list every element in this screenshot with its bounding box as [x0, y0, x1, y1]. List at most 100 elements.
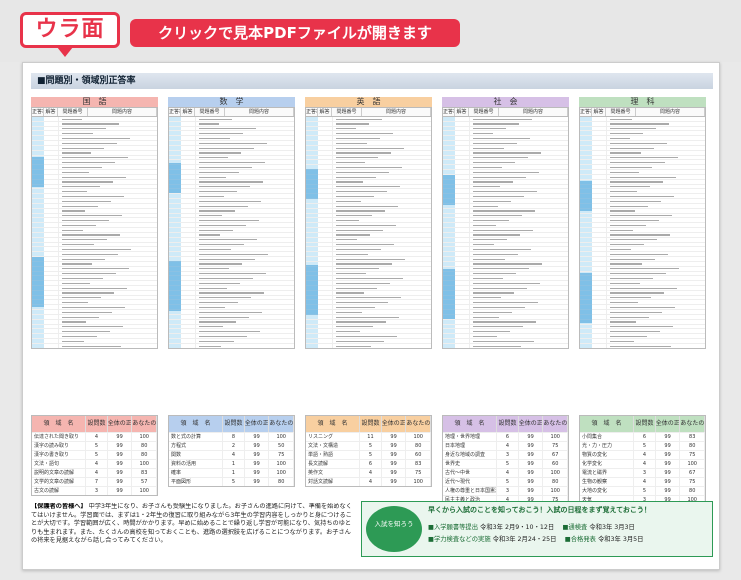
table-header: 設問数	[360, 416, 382, 432]
table-header: 全体の正答率	[519, 416, 544, 432]
table-cell: 資料の活用	[169, 460, 224, 468]
table-row: 物質の変化 4 99 75	[580, 450, 706, 459]
table-cell: 7	[86, 478, 108, 486]
table-header: 設問数	[223, 416, 245, 432]
table-row: 電流と磁界 3 99 67	[580, 468, 706, 477]
table-cell: 英作文	[306, 469, 361, 477]
table-row: 光・力・圧力 5 99 80	[580, 441, 706, 450]
table-cell: 確率	[169, 469, 224, 477]
table-cell: 100	[132, 487, 158, 495]
table-row: 古代〜中世 4 99 100	[443, 468, 569, 477]
table-row: 漢字の書き取り 5 99 80	[32, 450, 158, 459]
table-cell: 光・力・圧力	[580, 442, 635, 450]
question-rows	[442, 117, 569, 349]
sheet-title: ■問題別・領域別正答率	[31, 73, 713, 89]
table-row: 世界史 5 99 60	[443, 459, 569, 468]
table-cell: 99	[656, 478, 681, 486]
open-sample-pdf-button[interactable]: クリックで見本PDFファイルが開きます	[130, 19, 460, 47]
table-cell: 6	[360, 460, 382, 468]
table-row: 文学的文章の読解 7 99 57	[32, 477, 158, 486]
table-cell: 5	[86, 451, 108, 459]
question-rows	[579, 117, 706, 349]
table-cell: 古文の読解	[32, 487, 87, 495]
table-header: あなたの正答率	[680, 416, 705, 432]
table-cell: 100	[406, 478, 432, 486]
info-label: ■合格発表	[564, 536, 596, 543]
table-cell: 6	[634, 433, 656, 441]
table-cell: 人権の尊重と日本国憲法	[445, 487, 498, 495]
score-sheet[interactable]: ■問題別・領域別正答率 国 語正答率解答問題番号問題内容領 域 名設問数全体の正…	[22, 62, 720, 570]
table-cell: 漢字の書き取り	[32, 451, 87, 459]
question-rows	[168, 117, 295, 349]
table-cell: 99	[108, 487, 133, 495]
table-cell: 60	[406, 451, 432, 459]
table-row: 身近な地域の調査 3 99 67	[443, 450, 569, 459]
table-row: 漢字の読み取り 5 99 80	[32, 441, 158, 450]
subject-col-headers: 正答率解答問題番号問題内容	[305, 107, 432, 117]
col-header: 正答率	[580, 108, 592, 116]
table-cell: 99	[108, 451, 133, 459]
col-header: 正答率	[306, 108, 318, 116]
table-row: 近代〜現代 5 99 80	[443, 477, 569, 486]
table-cell: 5	[360, 442, 382, 450]
table-cell: 75	[680, 451, 706, 459]
table-row: 説明的文章の読解 4 99 83	[32, 468, 158, 477]
table-cell: 100	[543, 433, 569, 441]
table-cell: 方程式	[169, 442, 224, 450]
col-header: 問題番号	[58, 108, 88, 116]
table-cell: 4	[360, 469, 382, 477]
table-cell: 4	[497, 469, 519, 477]
table-header: 設問数	[634, 416, 656, 432]
table-cell: 漢字の読み取り	[32, 442, 87, 450]
col-header: 問題内容	[88, 108, 157, 116]
table-cell: 5	[360, 451, 382, 459]
table-cell: 83	[406, 460, 432, 468]
table-cell: 67	[543, 451, 569, 459]
table-cell: 電流と磁界	[580, 469, 635, 477]
info-line: ■学力検査などの実施 令和3年 2月24・25日 ■合格発表 令和3年 3月5日	[428, 534, 643, 543]
table-cell: 4	[86, 469, 108, 477]
col-header: 正答率	[443, 108, 455, 116]
table-cell: 5	[634, 487, 656, 495]
table-row: 関数 4 99 75	[169, 450, 295, 459]
table-cell: 化学変化	[580, 460, 635, 468]
info-line: ■入学願書等提出 令和3年 2月9・10・12日 ■通検査 令和3年 3月3日	[428, 522, 635, 531]
table-header: 全体の正答率	[245, 416, 270, 432]
table-cell: 5	[634, 442, 656, 450]
subject-column: 英 語正答率解答問題番号問題内容	[305, 97, 432, 349]
table-header: 領 域 名	[443, 416, 498, 432]
subject-column: 数 学正答率解答問題番号問題内容	[168, 97, 295, 349]
table-row: 日本地理 4 99 75	[443, 441, 569, 450]
subject-col-headers: 正答率解答問題番号問題内容	[168, 107, 295, 117]
table-cell: 99	[519, 487, 544, 495]
table-cell: 99	[382, 478, 407, 486]
table-cell: 大地の変化	[580, 487, 635, 495]
subject-header: 理 科	[579, 97, 706, 107]
table-cell: 5	[497, 478, 519, 486]
table-cell: 4	[360, 478, 382, 486]
table-cell: 伝達された聞き取り	[32, 433, 87, 441]
table-cell: 5	[497, 460, 519, 468]
table-cell: 99	[656, 469, 681, 477]
col-header: 正答率	[32, 108, 44, 116]
table-cell: 4	[634, 451, 656, 459]
table-cell: 100	[132, 460, 158, 468]
info-label: ■入学願書等提出	[428, 524, 479, 531]
table-cell: 3	[634, 469, 656, 477]
table-cell: 99	[108, 478, 133, 486]
table-row: 小問集合 6 99 83	[580, 432, 706, 441]
table-row: 文法・語句 4 99 100	[32, 459, 158, 468]
subject-col-headers: 正答率解答問題番号問題内容	[442, 107, 569, 117]
subject-header: 国 語	[31, 97, 158, 107]
table-row: 伝達された聞き取り 4 99 100	[32, 432, 158, 441]
table-cell: 75	[269, 451, 295, 459]
table-cell: 99	[245, 442, 270, 450]
info-value: 令和3年 2月9・10・12日	[480, 524, 555, 531]
table-cell: 80	[406, 442, 432, 450]
table-cell: 100	[543, 487, 569, 495]
col-header: 正答率	[169, 108, 181, 116]
subject-col-headers: 正答率解答問題番号問題内容	[31, 107, 158, 117]
table-cell: 100	[269, 433, 295, 441]
table-cell: 99	[519, 442, 544, 450]
table-header: 領 域 名	[306, 416, 361, 432]
